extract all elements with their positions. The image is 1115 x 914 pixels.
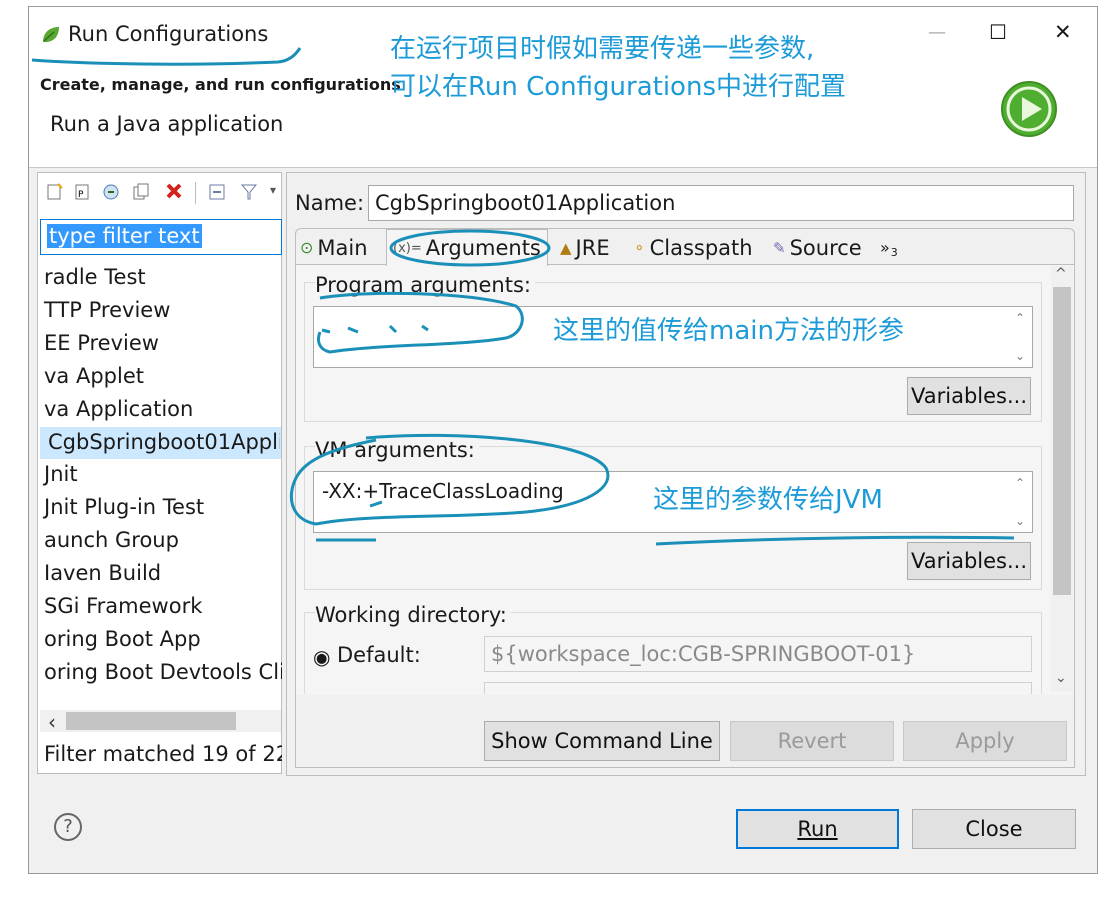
scroll-left-arrow[interactable]: ‹ [48,710,56,734]
vertical-scroll-thumb[interactable] [1053,287,1071,595]
list-item[interactable]: EE Preview [44,331,159,355]
button-label: Show Command Line [491,729,713,753]
filter-icon[interactable] [240,183,258,201]
filter-input[interactable]: type filter text [40,219,282,255]
program-arguments-annotation [316,291,524,354]
scroll-up-icon[interactable]: ⌃ [1012,476,1028,490]
tab-label: Classpath [649,235,753,260]
tab-label: Source [789,235,862,260]
scroll-up-arrow[interactable]: ^ [1055,266,1067,282]
svg-text:P: P [78,190,84,200]
vm-arguments-note: 这里的参数传给JVM [653,485,883,515]
list-item[interactable]: Iaven Build [44,561,161,585]
filter-placeholder: type filter text [47,224,202,248]
annotation-title-line2: 可以在Run Configurations中进行配置 [390,72,846,102]
default-radio[interactable]: ◉ [313,645,330,669]
arguments-tab-annotation [389,229,551,267]
button-label: Variables... [911,384,1027,408]
overflow-count: 3 [890,246,898,259]
tab-label: Main [317,235,368,260]
button-label: Run [797,817,838,841]
show-command-line-button[interactable]: Show Command Line [484,721,720,761]
default-label[interactable]: Default: [337,643,421,667]
title-annotation-stroke [31,47,302,66]
scroll-down-icon[interactable]: ⌄ [1012,349,1028,363]
apply-button[interactable]: Apply [903,721,1067,761]
close-button[interactable]: Close [912,809,1076,849]
jre-tab-icon: ▲ [560,238,572,257]
list-item[interactable]: oring Boot Devtools Cli [44,660,282,684]
maximize-button[interactable]: ☐ [989,20,1007,44]
button-label: Revert [777,729,847,753]
button-label: Close [965,817,1023,841]
vm-variables-button[interactable]: Variables... [907,542,1031,580]
tabs-overflow-button[interactable]: » 3 [880,231,898,264]
list-item[interactable]: TTP Preview [44,298,170,322]
revert-button[interactable]: Revert [730,721,894,761]
export-config-icon[interactable] [102,183,122,201]
window-description: Run a Java application [50,112,284,136]
list-item[interactable]: Jnit [44,462,78,486]
default-directory-value: ${workspace_loc:CGB-SPRINGBOOT-01} [491,642,916,666]
run-button[interactable]: Run [736,809,899,849]
duplicate-config-icon[interactable] [132,183,150,201]
scroll-down-icon[interactable]: ⌄ [1012,514,1028,528]
other-directory-field [484,682,1032,694]
tab-label: JRE [575,235,610,260]
minimize-button[interactable]: — [928,22,946,43]
annotation-title-line1: 在运行项目时假如需要传递一些参数, [390,34,815,64]
button-label: Apply [955,729,1015,753]
source-tab-icon: ✎ [773,238,786,257]
list-item[interactable]: oring Boot App [44,627,201,651]
name-label-text: Name: [295,191,365,215]
button-label: Variables... [911,549,1027,573]
toolbar-separator [195,182,196,204]
main-tab-icon: ⊙ [300,238,314,257]
new-config-icon[interactable] [46,183,64,201]
run-banner-icon [1000,80,1058,138]
collapse-all-icon[interactable] [208,183,226,201]
name-label: Name: [295,191,364,215]
filter-status: Filter matched 19 of 22 [44,742,282,766]
tab-classpath[interactable]: ⚬ Classpath [633,231,753,264]
new-prototype-icon[interactable]: P [74,183,92,201]
program-variables-button[interactable]: Variables... [907,377,1031,415]
list-item[interactable]: SGi Framework [44,594,202,618]
list-item[interactable]: va Applet [44,364,144,388]
overflow-chevron-icon: » [880,238,890,257]
help-glyph: ? [63,816,73,837]
scroll-up-icon[interactable]: ⌃ [1012,311,1028,325]
list-item[interactable]: va Application [44,397,193,421]
scroll-down-arrow[interactable]: ⌄ [1055,670,1067,686]
list-item-selected[interactable]: CgbSpringboot01Appli [48,430,280,454]
window-subtitle: Create, manage, and run configurations [40,75,401,94]
name-value: CgbSpringboot01Application [375,191,676,215]
program-arguments-note: 这里的值传给main方法的形参 [553,316,904,346]
classpath-tab-icon: ⚬ [633,238,646,257]
close-window-button[interactable]: ✕ [1054,20,1072,44]
list-item[interactable]: radle Test [44,265,146,289]
help-icon[interactable]: ? [54,813,82,841]
list-item[interactable]: aunch Group [44,528,179,552]
tab-source[interactable]: ✎ Source [773,231,862,264]
tab-main[interactable]: ⊙ Main [300,231,368,264]
working-directory-label: Working directory: [315,603,511,627]
horizontal-scroll-thumb[interactable] [66,712,236,730]
delete-config-icon[interactable] [164,181,184,201]
name-input[interactable]: CgbSpringboot01Application [368,185,1074,221]
tab-jre[interactable]: ▲ JRE [560,231,610,264]
view-menu-icon[interactable]: ▾ [270,183,276,197]
list-item[interactable]: Jnit Plug-in Test [44,495,204,519]
default-directory-field: ${workspace_loc:CGB-SPRINGBOOT-01} [484,636,1032,672]
vm-arguments-annotation [289,433,610,542]
